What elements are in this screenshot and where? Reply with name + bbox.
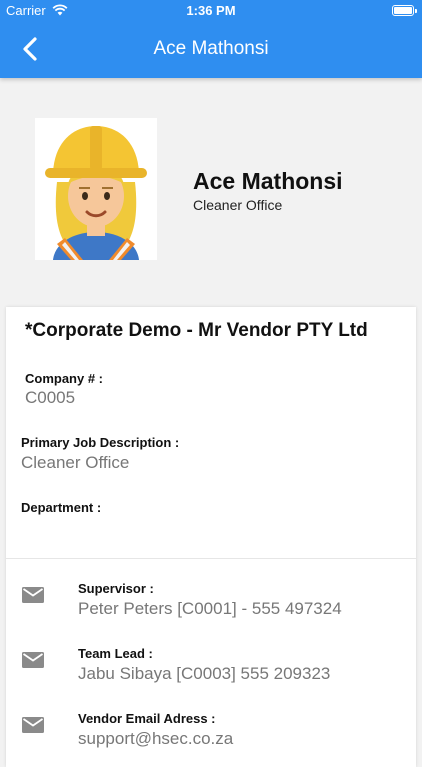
details-card: *Corporate Demo - Mr Vendor PTY Ltd Comp… <box>6 307 416 767</box>
company-name: *Corporate Demo - Mr Vendor PTY Ltd <box>25 320 368 341</box>
navigation-bar: Carrier 1:36 PM Ace Mathonsi <box>0 0 422 78</box>
battery-icon <box>392 5 417 16</box>
team-lead-value: Jabu Sibaya [C0003] 555 209323 <box>78 664 331 683</box>
mail-icon[interactable] <box>22 717 44 733</box>
profile-avatar <box>35 118 157 260</box>
company-number-label: Company # : <box>25 371 104 386</box>
status-time: 1:36 PM <box>186 3 236 18</box>
mail-icon[interactable] <box>22 587 44 603</box>
department-label: Department : <box>21 500 102 515</box>
profile-role: Cleaner Office <box>193 197 283 213</box>
vendor-email-value: support@hsec.co.za <box>78 729 234 748</box>
team-lead-label: Team Lead : <box>78 646 153 661</box>
company-number-value: C0005 <box>25 388 76 407</box>
supervisor-label: Supervisor : <box>78 581 154 596</box>
profile-name: Ace Mathonsi <box>193 168 343 194</box>
section-divider <box>6 558 416 559</box>
job-description-value: Cleaner Office <box>21 453 130 472</box>
woman-construction-worker-icon <box>45 126 147 260</box>
status-bar: Carrier 1:36 PM <box>0 0 422 22</box>
vendor-email-label: Vendor Email Adress : <box>78 711 216 726</box>
mail-icon[interactable] <box>22 652 44 668</box>
job-description-label: Primary Job Description : <box>21 435 180 450</box>
supervisor-value: Peter Peters [C0001] - 555 497324 <box>78 599 342 618</box>
nav-title: Ace Mathonsi <box>153 38 269 59</box>
